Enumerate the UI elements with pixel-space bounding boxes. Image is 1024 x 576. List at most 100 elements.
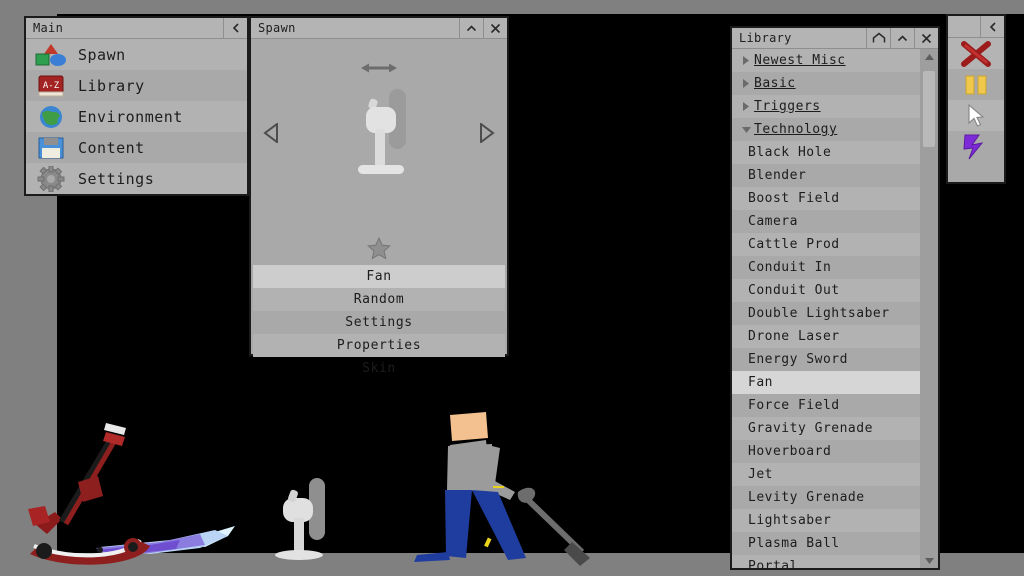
library-list[interactable]: Newest Misc Basic Triggers Technology Black … xyxy=(732,49,920,568)
spawn-preview-fan xyxy=(344,85,414,185)
spawn-button-skin[interactable]: Skin xyxy=(253,357,505,380)
triangle-right-icon xyxy=(738,101,754,112)
yellow-pause-icon xyxy=(965,75,987,94)
spawn-button-properties[interactable]: Properties xyxy=(253,334,505,357)
purple-lightning-icon xyxy=(963,134,984,159)
shapes-icon xyxy=(34,42,70,68)
library-category-label: Technology xyxy=(754,122,838,137)
left-triangle-icon xyxy=(263,122,278,144)
library-item[interactable]: Conduit Out xyxy=(732,279,920,302)
globe-icon xyxy=(34,104,70,130)
library-item[interactable]: Black Hole xyxy=(732,141,920,164)
main-menu-window: Main Spawn A-Z Library Environment Conte… xyxy=(24,16,249,196)
library-item[interactable]: Boost Field xyxy=(732,187,920,210)
triangle-down-icon xyxy=(924,557,934,564)
spawn-button-random[interactable]: Random xyxy=(253,288,505,311)
spawn-collapse-button[interactable] xyxy=(459,17,483,39)
sidebar-item-settings[interactable]: Settings xyxy=(26,163,247,194)
library-category-label: Triggers xyxy=(754,99,821,114)
sidebar-item-content-label: Content xyxy=(78,138,145,157)
library-item[interactable]: Lightsaber xyxy=(732,509,920,532)
library-item[interactable]: Plasma Ball xyxy=(732,532,920,555)
pause-tool-button[interactable] xyxy=(948,69,1004,100)
star-icon xyxy=(367,236,391,260)
triangle-right-icon xyxy=(738,55,754,66)
main-menu-titlebar: Main xyxy=(26,17,247,39)
main-menu-collapse-button[interactable] xyxy=(223,17,247,39)
svg-text:A-Z: A-Z xyxy=(43,81,60,91)
library-item[interactable]: Drone Laser xyxy=(732,325,920,348)
spawn-button-current-item[interactable]: Fan xyxy=(253,265,505,288)
sidebar-item-library[interactable]: A-Z Library xyxy=(26,70,247,101)
sidebar-item-spawn[interactable]: Spawn xyxy=(26,39,247,70)
library-item[interactable]: Force Field xyxy=(732,394,920,417)
library-item[interactable]: Cattle Prod xyxy=(732,233,920,256)
close-icon xyxy=(921,33,932,43)
select-tool-button[interactable] xyxy=(948,100,1004,131)
spawn-preview-area[interactable] xyxy=(251,39,507,231)
chevron-left-icon xyxy=(232,23,239,33)
sidebar-item-content[interactable]: Content xyxy=(26,132,247,163)
library-item[interactable]: Levity Grenade xyxy=(732,486,920,509)
spawn-button-random-label: Random xyxy=(353,292,405,307)
sidebar-item-environment[interactable]: Environment xyxy=(26,101,247,132)
spawn-button-properties-label: Properties xyxy=(336,338,422,353)
home-icon xyxy=(872,32,885,42)
ragdoll-object[interactable] xyxy=(400,400,620,576)
triangle-up-icon xyxy=(924,53,934,60)
library-item[interactable]: Hoverboard xyxy=(732,440,920,463)
library-collapse-button[interactable] xyxy=(890,27,914,49)
library-category-label: Newest Misc xyxy=(754,53,846,68)
library-scroll-up-button[interactable] xyxy=(920,49,938,64)
library-category-triggers[interactable]: Triggers xyxy=(732,95,920,118)
cursor-arrow-icon xyxy=(968,103,985,127)
electric-tool-button[interactable] xyxy=(948,131,1004,162)
spawn-button-skin-label: Skin xyxy=(362,361,396,376)
fan-object[interactable] xyxy=(267,470,347,570)
spawn-prev-button[interactable] xyxy=(263,122,279,147)
library-scrollbar[interactable] xyxy=(920,49,938,568)
right-triangle-icon xyxy=(480,122,495,144)
toolbar-collapse-button[interactable] xyxy=(980,16,1004,37)
library-category-basic[interactable]: Basic xyxy=(732,72,920,95)
library-titlebar: Library xyxy=(732,27,938,49)
scene-top-border xyxy=(0,0,1024,14)
library-item[interactable]: Camera xyxy=(732,210,920,233)
library-item[interactable]: Double Lightsaber xyxy=(732,302,920,325)
red-x-icon xyxy=(961,40,991,67)
delete-tool-button[interactable] xyxy=(948,38,1004,69)
chevron-left-icon xyxy=(989,21,996,32)
spawn-title: Spawn xyxy=(258,21,296,35)
sidebar-item-environment-label: Environment xyxy=(78,107,183,126)
library-scroll-down-button[interactable] xyxy=(920,553,938,568)
scooter-object[interactable] xyxy=(0,414,250,574)
library-item[interactable]: Conduit In xyxy=(732,256,920,279)
library-item[interactable]: Gravity Grenade xyxy=(732,417,920,440)
library-category-technology[interactable]: Technology xyxy=(732,118,920,141)
tool-toolbar xyxy=(946,14,1006,184)
library-item[interactable]: Blender xyxy=(732,164,920,187)
library-category-newest-misc[interactable]: Newest Misc xyxy=(732,49,920,72)
chevron-up-icon xyxy=(466,24,477,31)
sidebar-item-library-label: Library xyxy=(78,76,145,95)
library-scroll-thumb[interactable] xyxy=(923,71,935,147)
toolbar-header xyxy=(948,16,1004,38)
library-item[interactable]: Jet xyxy=(732,463,920,486)
horizontal-double-arrow-icon[interactable] xyxy=(361,59,397,78)
close-icon xyxy=(490,23,501,33)
az-book-icon: A-Z xyxy=(34,73,70,99)
library-item[interactable]: Portal xyxy=(732,555,920,568)
triangle-right-icon xyxy=(738,78,754,89)
spawn-close-button[interactable] xyxy=(483,17,507,39)
spawn-next-button[interactable] xyxy=(479,122,495,147)
library-close-button[interactable] xyxy=(914,27,938,49)
library-home-button[interactable] xyxy=(866,27,890,49)
spawn-button-settings[interactable]: Settings xyxy=(253,311,505,334)
spawn-titlebar: Spawn xyxy=(251,17,507,39)
library-window: Library Newest Misc Basic Triggers Technolo… xyxy=(730,26,940,570)
triangle-down-icon xyxy=(738,126,754,134)
sidebar-item-spawn-label: Spawn xyxy=(78,45,126,64)
spawn-favorite-button[interactable] xyxy=(251,231,507,265)
library-item[interactable]: Fan xyxy=(732,371,920,394)
library-item[interactable]: Energy Sword xyxy=(732,348,920,371)
